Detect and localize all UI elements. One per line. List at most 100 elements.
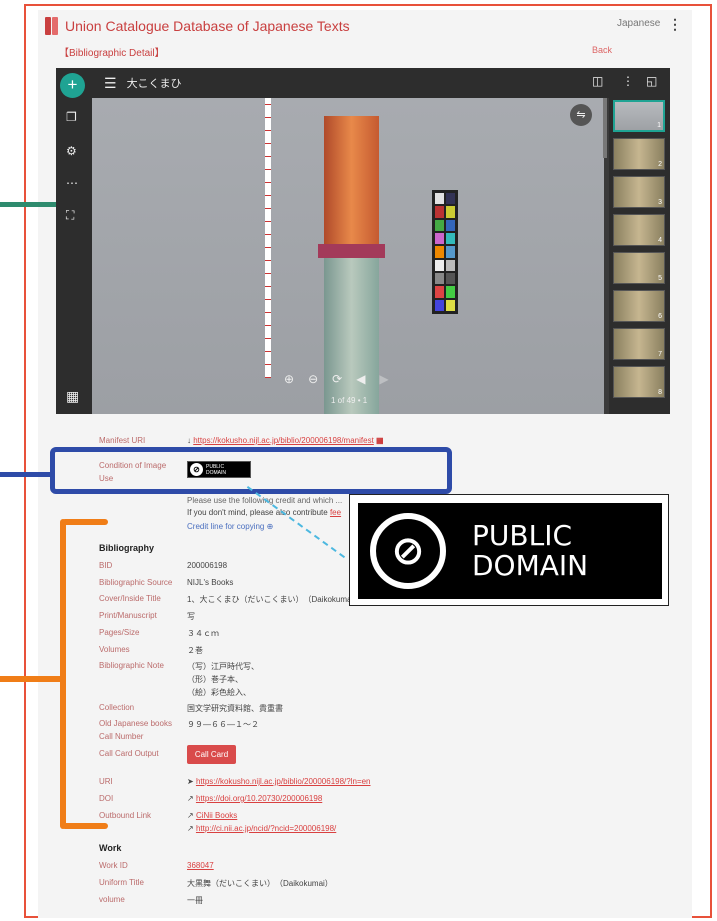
meta-label: volume <box>99 895 125 904</box>
view-mode-icon[interactable]: ◫ <box>592 74 603 88</box>
fullscreen-icon[interactable]: ⛶ <box>66 208 74 223</box>
doi-link[interactable]: https://doi.org/10.20730/200006198 <box>196 794 322 803</box>
annotation-orange-line <box>0 676 62 682</box>
annotation-green-line <box>0 202 56 207</box>
thumbnail-number: 4 <box>658 237 662 244</box>
thumbnail-number: 2 <box>658 161 662 168</box>
zoom-in-icon[interactable]: ⊕ <box>284 372 294 386</box>
windows-icon[interactable]: ❐ <box>66 110 77 124</box>
manifest-link[interactable]: https://kokusho.nijl.ac.jp/biblio/200006… <box>193 436 374 445</box>
site-title[interactable]: Union Catalogue Database of Japanese Tex… <box>65 18 350 34</box>
meta-label: Call Number <box>99 732 144 741</box>
meta-label: Pages/Size <box>99 628 140 637</box>
meta-label: Print/Manuscript <box>99 611 157 620</box>
meta-label: Bibliographic Source <box>99 578 173 587</box>
settings-gear-icon[interactable]: ⚙ <box>66 144 77 158</box>
canvas-scrollbar[interactable] <box>603 98 607 158</box>
outbound-label: Outbound Link <box>99 811 152 820</box>
meta-label: Collection <box>99 703 135 712</box>
uri-link[interactable]: https://kokusho.nijl.ac.jp/biblio/200006… <box>196 777 371 786</box>
call-card-button[interactable]: Call Card <box>187 745 236 764</box>
condition-text-2: If you don't mind, please also contribut… <box>187 508 341 517</box>
fee-link[interactable]: fee <box>330 508 341 517</box>
outbound-link-2[interactable]: ↗ http://ci.nii.ac.jp/ncid/?ncid=2000061… <box>187 824 336 833</box>
previous-page-icon[interactable]: ◀ <box>356 372 365 386</box>
image-canvas[interactable]: ⇋ ⊕ ⊖ ⟳ ◀ ▶ 1 of 49 • 1 <box>92 98 604 414</box>
mirador-logo-icon: ▦ <box>66 388 80 404</box>
public-domain-large-icon: ⊘ <box>370 513 446 589</box>
annotation-orange-bracket <box>60 519 66 829</box>
viewer-more-icon[interactable]: ⋮ <box>622 74 634 88</box>
condition-text-2-plain: If you don't mind, please also contribut… <box>187 508 330 517</box>
meta-value: NIJL's Books <box>187 578 234 587</box>
doi-value[interactable]: ↗ https://doi.org/10.20730/200006198 <box>187 794 322 803</box>
iiif-icon[interactable]: ▦ <box>376 436 384 445</box>
annotation-orange-bracket-top <box>62 519 108 525</box>
thumbnail-number: 7 <box>658 351 662 358</box>
doi-label: DOI <box>99 794 114 803</box>
manifest-uri[interactable]: ↓ https://kokusho.nijl.ac.jp/biblio/2000… <box>187 436 384 445</box>
measuring-ruler <box>265 98 271 378</box>
meta-label: Uniform Title <box>99 878 144 887</box>
outbound-link-1[interactable]: ↗ CiNii Books <box>187 811 237 820</box>
image-viewer: + ❐ ⚙ ⋯ ⛶ ▦ ☰ 大こくまひ ◫ ⋮ ◱ ⇋ ⊕ ⊖ ⟳ ◀ ▶ 1 … <box>56 68 670 414</box>
meta-value: ３４ｃｍ <box>187 629 219 638</box>
meta-label: BID <box>99 561 113 570</box>
thumbnail[interactable]: 6 <box>613 290 665 322</box>
credit-line-text: Credit line for copying <box>187 522 265 531</box>
meta-value: 200006198 <box>187 561 228 570</box>
meta-value: 1、大こくまひ（だいこくまい） （Daikokumai） <box>187 595 362 604</box>
thumbnail-number: 8 <box>658 389 662 396</box>
meta-label: Volumes <box>99 645 130 654</box>
meta-label: Bibliographic Note <box>99 661 164 670</box>
thumbnail[interactable]: 7 <box>613 328 665 360</box>
page-counter: 1 of 49 • 1 <box>331 396 368 405</box>
more-menu-icon[interactable]: ⋮ <box>668 16 682 33</box>
meta-label: Cover/Inside Title <box>99 594 161 603</box>
thumbnail[interactable]: 8 <box>613 366 665 398</box>
language-switch[interactable]: Japanese <box>617 18 660 29</box>
annotation-blue-line <box>0 472 52 477</box>
zoom-out-icon[interactable]: ⊖ <box>308 372 318 386</box>
meta-label: Old Japanese books <box>99 719 172 728</box>
more-options-icon[interactable]: ⋯ <box>66 176 78 190</box>
add-resource-button[interactable]: + <box>60 73 85 98</box>
hamburger-menu-icon[interactable]: ☰ <box>104 75 117 92</box>
credit-plus-icon[interactable]: ⊕ <box>267 522 274 531</box>
meta-value: （形）巻子本、 <box>187 675 243 684</box>
meta-value: ２巻 <box>187 646 203 655</box>
uri-value[interactable]: ➤ https://kokusho.nijl.ac.jp/biblio/2000… <box>187 777 371 786</box>
viewer-toolbar: ☰ 大こくまひ <box>92 68 670 98</box>
ncid-link[interactable]: http://ci.nii.ac.jp/ncid/?ncid=200006198… <box>196 824 336 833</box>
thumbnail[interactable]: 2 <box>613 138 665 170</box>
public-domain-badge-enlarged: ⊘ PUBLIC DOMAIN <box>349 494 669 606</box>
reset-zoom-icon[interactable]: ⟳ <box>332 372 342 386</box>
meta-value: 大黒舞（だいこくまい） （Daikokumai） <box>187 879 333 888</box>
annotation-blue-box <box>50 447 452 494</box>
meta-value: ９９―６６―１〜２ <box>187 720 259 729</box>
thumbnail[interactable]: 3 <box>613 176 665 208</box>
maximize-icon[interactable]: ◱ <box>646 74 657 88</box>
viewer-sidebar: + ❐ ⚙ ⋯ ⛶ ▦ <box>56 68 92 414</box>
next-page-icon[interactable]: ▶ <box>379 372 388 386</box>
share-icon[interactable]: ➤ <box>187 777 194 786</box>
bibliography-heading: Bibliography <box>99 543 155 553</box>
uri-label: URI <box>99 777 113 786</box>
external-link-icon: ↗ <box>187 811 194 820</box>
image-adjust-icon[interactable]: ⇋ <box>570 104 592 126</box>
credit-line-link[interactable]: Credit line for copying ⊕ <box>187 522 273 531</box>
external-link-icon: ↗ <box>187 794 194 803</box>
thumbnail-number: 3 <box>658 199 662 206</box>
external-link-icon: ↗ <box>187 824 194 833</box>
thumbnail[interactable]: 1 <box>613 100 665 132</box>
back-link[interactable]: Back <box>592 45 612 55</box>
thumbnail-number: 6 <box>658 313 662 320</box>
thumbnail[interactable]: 4 <box>613 214 665 246</box>
thumbnail[interactable]: 5 <box>613 252 665 284</box>
work-id-link[interactable]: 368047 <box>187 861 214 870</box>
zoom-controls: ⊕ ⊖ ⟳ ◀ ▶ <box>284 372 389 386</box>
cinii-link[interactable]: CiNii Books <box>196 811 237 820</box>
thumbnail-number: 5 <box>658 275 662 282</box>
meta-label: Work ID <box>99 861 128 870</box>
page: { "app":{"title":"Union Catalogue Databa… <box>0 0 717 921</box>
